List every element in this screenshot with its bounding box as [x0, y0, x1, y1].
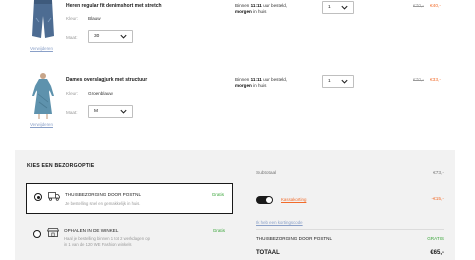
product-title[interactable]: Dames overslagjurk met structuur: [66, 77, 147, 83]
delivery-option-description: in 1 van de 120 WE Fashion winkels: [64, 242, 132, 247]
product-image-denim-short[interactable]: [30, 0, 56, 40]
delivery-estimate: Binnen 11:11 uur besteld, morgen in huis: [235, 77, 288, 88]
subtotal-label: Subtotaal: [256, 171, 277, 176]
subtotal-value: €73,-: [433, 171, 444, 176]
shipping-label: THUISBEZORGING DOOR POSTNL: [256, 236, 333, 241]
color-label: Kleur:: [66, 16, 79, 21]
price-sale: €33,-: [430, 78, 441, 83]
total-label: TOTAAL: [256, 250, 280, 256]
delivery-option-price: Gratis: [212, 228, 225, 233]
delivery-option-home[interactable]: THUISBEZORGING DOOR POSTNL Je bestelling…: [26, 183, 233, 214]
quantity-value: 1: [328, 5, 331, 10]
size-select-value: 30: [94, 34, 100, 39]
size-select-value: M: [94, 109, 98, 114]
delivery-section-title: KIES EEN BEZORGOPTIE: [27, 163, 95, 169]
size-label: Maat:: [66, 110, 78, 115]
checkout-panel: KIES EEN BEZORGOPTIE THUISBEZORGING DOOR…: [15, 150, 455, 260]
delivery-option-name: OPHALEN IN DE WINKEL: [64, 228, 119, 233]
divider: [256, 229, 444, 230]
color-value: Blauw: [88, 16, 101, 21]
discount-toggle[interactable]: [256, 196, 273, 204]
promo-code-link[interactable]: Ik heb een kortingscode: [256, 220, 303, 225]
delivery-option-pickup[interactable]: OPHALEN IN DE WINKEL Haal je bestelling …: [26, 221, 233, 259]
product-title[interactable]: Heren regular fit denimshort met stretch: [66, 3, 162, 9]
delivery-option-description: Je bestelling snel en gemakkelijk in hui…: [65, 201, 141, 206]
chevron-down-icon: [341, 5, 348, 10]
delivery-option-price: Gratis: [211, 192, 224, 197]
quantity-select[interactable]: 1: [322, 75, 354, 88]
store-icon: [47, 228, 59, 237]
price-sale: €40,-: [430, 4, 441, 9]
delivery-option-name: THUISBEZORGING DOOR POSTNL: [65, 192, 142, 197]
delivery-option-description: Haal je bestelling binnen 1 tot 2 werkda…: [64, 236, 150, 241]
color-label: Kleur:: [66, 91, 79, 96]
remove-item-link[interactable]: Verwijderen: [30, 46, 53, 51]
delivery-estimate: Binnen 11:11 uur besteld, morgen in huis: [235, 3, 288, 14]
radio-unselected[interactable]: [33, 230, 41, 238]
price-original: €70,-: [413, 78, 424, 83]
color-value: Groenblauw: [88, 91, 113, 96]
price-original: €70,-: [413, 4, 424, 9]
chevron-down-icon: [120, 109, 127, 114]
total-value: €65,-: [430, 250, 444, 256]
discount-value: -€15,-: [431, 197, 444, 202]
size-select[interactable]: 30: [88, 30, 133, 43]
remove-item-link[interactable]: Verwijderen: [30, 122, 53, 127]
cart-item: Dames overslagjurk met structuur Kleur: …: [0, 72, 475, 147]
radio-selected[interactable]: [34, 193, 42, 201]
quantity-value: 1: [328, 79, 331, 84]
size-label: Maat:: [66, 35, 78, 40]
quantity-select[interactable]: 1: [322, 1, 354, 14]
chevron-down-icon: [120, 34, 127, 39]
size-select[interactable]: M: [88, 105, 133, 118]
chevron-down-icon: [341, 79, 348, 84]
product-image-wrap-dress[interactable]: [30, 72, 56, 120]
shipping-value: GRATIS: [427, 236, 444, 241]
cart-item: Heren regular fit denimshort met stretch…: [0, 0, 475, 75]
truck-icon: [48, 192, 60, 201]
discount-label[interactable]: Kassakorting: [281, 197, 306, 202]
